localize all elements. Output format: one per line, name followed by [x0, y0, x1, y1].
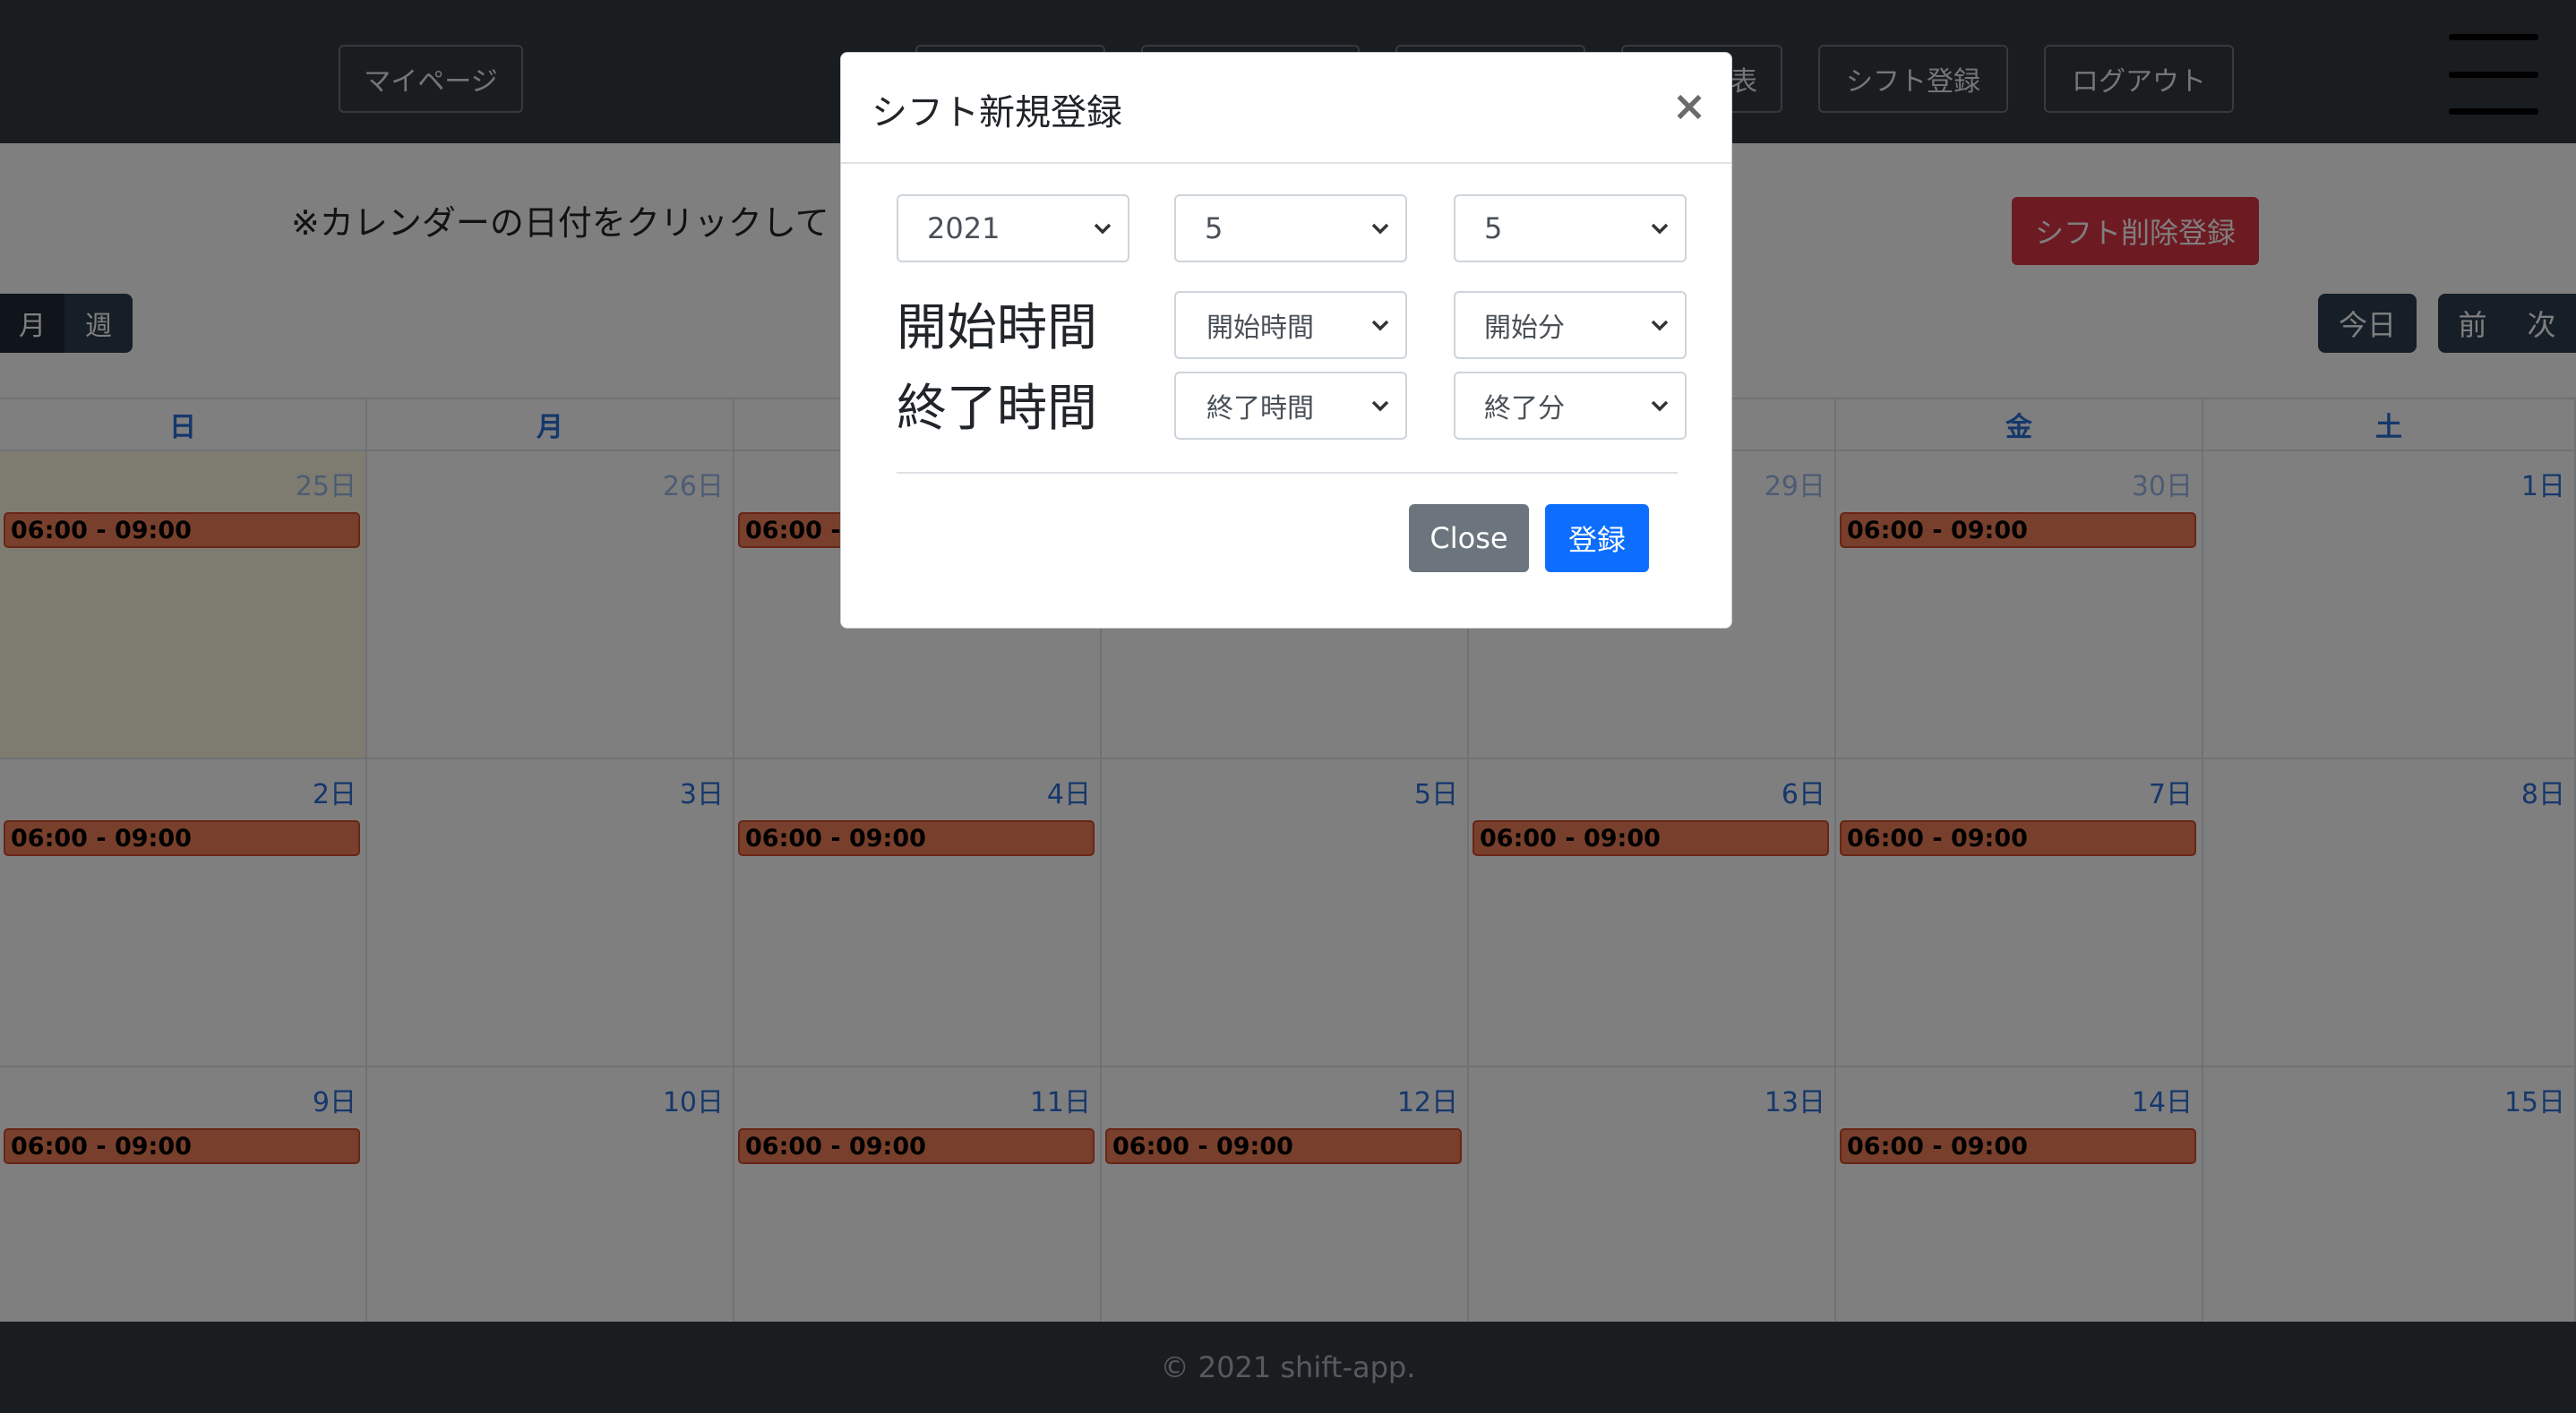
start-hour-select[interactable]: 開始時間: [1174, 291, 1407, 359]
day-select-value: 5: [1484, 211, 1503, 245]
year-select[interactable]: 2021: [897, 194, 1129, 262]
end-hour-select[interactable]: 終了時間: [1174, 372, 1407, 440]
chevron-down-icon: [1371, 320, 1389, 331]
start-minute-value: 開始分: [1484, 313, 1565, 344]
end-time-label: 終了時間: [897, 380, 1097, 438]
year-select-value: 2021: [927, 211, 1000, 245]
month-select[interactable]: 5: [1174, 194, 1407, 262]
chevron-down-icon: [1371, 223, 1389, 235]
modal-divider: [897, 472, 1678, 474]
chevron-down-icon: [1651, 320, 1669, 331]
chevron-down-icon: [1651, 223, 1669, 235]
end-hour-value: 終了時間: [1206, 393, 1314, 424]
chevron-down-icon: [1651, 400, 1669, 412]
month-select-value: 5: [1205, 211, 1224, 245]
modal-header: シフト新規登録 ×: [841, 53, 1731, 164]
end-minute-select[interactable]: 終了分: [1454, 372, 1687, 440]
chevron-down-icon: [1094, 223, 1112, 235]
start-time-label: 開始時間: [897, 299, 1097, 357]
end-minute-value: 終了分: [1484, 393, 1565, 424]
shift-register-modal: シフト新規登録 × 2021 5 5 開始時間 開始時間 開始分 終了時間 終了…: [840, 52, 1732, 629]
close-icon[interactable]: ×: [1669, 81, 1710, 130]
start-hour-value: 開始時間: [1206, 313, 1314, 344]
register-button[interactable]: 登録: [1545, 504, 1649, 572]
modal-title: シフト新規登録: [872, 92, 1122, 133]
close-button[interactable]: Close: [1409, 504, 1529, 572]
day-select[interactable]: 5: [1454, 194, 1687, 262]
chevron-down-icon: [1371, 400, 1389, 412]
start-minute-select[interactable]: 開始分: [1454, 291, 1687, 359]
